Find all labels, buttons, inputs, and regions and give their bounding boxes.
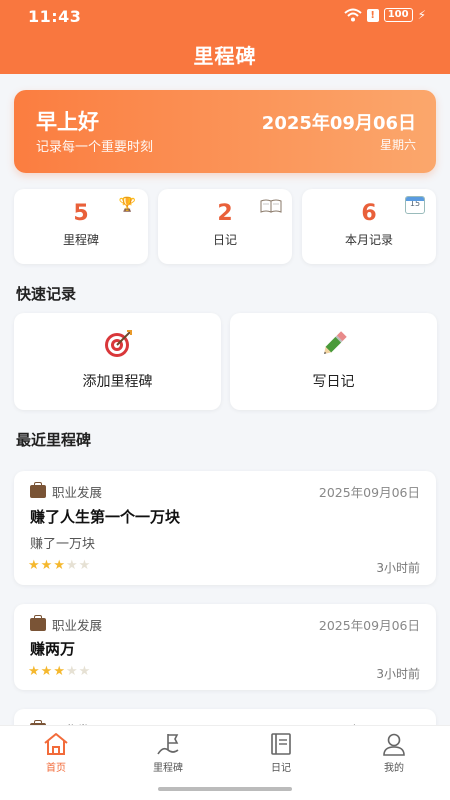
- milestone-category: 职业发展: [30, 615, 102, 634]
- star-filled-icon: ★: [28, 558, 41, 573]
- category-label: 职业发展: [52, 485, 103, 500]
- milestone-date: 2025年09月06日: [318, 485, 420, 500]
- stat-label: 里程碑: [62, 233, 99, 247]
- star-empty-icon: ★: [65, 664, 79, 679]
- recent-milestones-title: 最近里程碑: [16, 431, 92, 449]
- stat-value: 5: [73, 201, 89, 226]
- category-label: 职业发展: [52, 618, 103, 633]
- greeting-title: 早上好: [36, 110, 99, 134]
- star-filled-icon: ★: [40, 664, 54, 679]
- star-filled-icon: ★: [53, 558, 66, 573]
- stat-value: 6: [361, 201, 377, 226]
- milestone-title: 赚了人生第一个一万块: [30, 508, 181, 526]
- status-time: 11:43: [28, 7, 82, 26]
- nav-item-diary[interactable]: 日记: [241, 732, 321, 774]
- write-diary-button[interactable]: 写日记: [230, 313, 437, 410]
- home-icon: [44, 733, 68, 755]
- briefcase-icon: [30, 615, 46, 631]
- milestone-title: 赚两万: [30, 640, 76, 658]
- home-indicator[interactable]: [158, 787, 292, 791]
- stat-label: 日记: [212, 233, 237, 247]
- nav-item-profile[interactable]: 我的: [354, 732, 434, 774]
- milestone-time-ago: 3小时前: [376, 667, 420, 681]
- stat-card-diary[interactable]: 2 日记: [158, 189, 292, 264]
- nav-label: 里程碑: [153, 763, 183, 774]
- milestone-description: 赚了一万块: [30, 537, 96, 552]
- star-rating: ★★★★★: [28, 558, 91, 573]
- stat-card-this-month[interactable]: 15 6 本月记录: [302, 189, 436, 264]
- star-empty-icon: ★: [78, 558, 92, 573]
- charging-bolt-icon: ⚡: [417, 8, 426, 22]
- nav-label: 日记: [271, 763, 291, 774]
- nav-label: 我的: [384, 763, 404, 774]
- star-filled-icon: ★: [40, 558, 54, 573]
- star-rating: ★★★★★: [28, 664, 91, 679]
- diary-icon: [271, 733, 291, 755]
- battery-icon: 100: [383, 8, 413, 22]
- stat-label: 本月记录: [344, 233, 393, 247]
- greeting-card: 早上好 记录每一个重要时刻 2025年09月06日 星期六: [14, 90, 436, 173]
- milestone-flag-icon: [157, 734, 179, 755]
- pencil-icon: [323, 331, 347, 354]
- wifi-icon: [344, 8, 362, 22]
- star-empty-icon: ★: [65, 558, 79, 573]
- greeting-subtitle: 记录每一个重要时刻: [36, 140, 154, 155]
- target-icon: [104, 330, 132, 357]
- profile-icon: [383, 733, 405, 756]
- milestone-category: 职业发展: [30, 482, 102, 501]
- greeting-date: 2025年09月06日: [261, 113, 416, 134]
- nav-label: 首页: [46, 763, 66, 774]
- quick-label: 添加里程碑: [82, 374, 153, 390]
- nav-item-milestones[interactable]: 里程碑: [128, 732, 208, 774]
- app-header: 11:43 ! 100 ⚡ 里程碑: [0, 0, 450, 74]
- alert-icon: !: [366, 8, 379, 22]
- quick-record-title: 快速记录: [16, 285, 77, 303]
- status-bar: 11:43 ! 100 ⚡: [0, 0, 450, 32]
- milestone-time-ago: 3小时前: [376, 561, 420, 575]
- briefcase-icon: [30, 482, 46, 498]
- milestone-date: 2025年09月06日: [318, 618, 420, 633]
- milestone-card[interactable]: 职业发展 2025年09月06日 赚两万 ★★★★★ 3小时前: [14, 604, 436, 690]
- star-filled-icon: ★: [28, 664, 41, 679]
- page-title: 里程碑: [193, 44, 257, 68]
- star-empty-icon: ★: [78, 664, 92, 679]
- stat-value: 2: [217, 201, 233, 226]
- nav-item-home[interactable]: 首页: [16, 732, 96, 774]
- stat-card-milestones[interactable]: 🏆 5 里程碑: [14, 189, 148, 264]
- star-filled-icon: ★: [53, 664, 66, 679]
- quick-label: 写日记: [312, 374, 355, 390]
- status-icons: ! 100 ⚡: [344, 8, 426, 22]
- add-milestone-button[interactable]: 添加里程碑: [14, 313, 221, 410]
- greeting-weekday: 星期六: [379, 138, 416, 152]
- milestone-card[interactable]: 职业发展 2025年09月06日 赚了人生第一个一万块 赚了一万块 ★★★★★ …: [14, 471, 436, 585]
